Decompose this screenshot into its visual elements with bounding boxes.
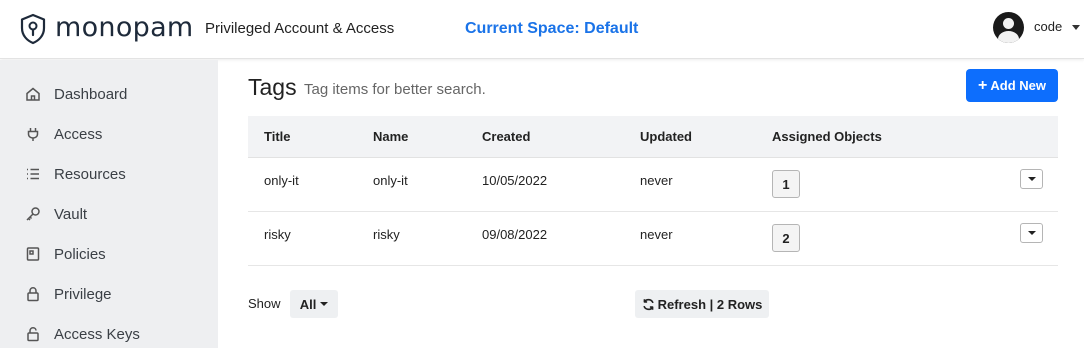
home-icon (24, 85, 42, 103)
sidebar-item-label: Vault (54, 205, 88, 223)
plus-icon: + (978, 76, 988, 94)
add-new-label: Add New (990, 78, 1046, 93)
rows-per-page-select[interactable]: All (290, 290, 338, 318)
sidebar-item-resources[interactable]: Resources (24, 162, 204, 186)
row-actions-dropdown[interactable] (1020, 223, 1043, 243)
caret-down-icon (1027, 231, 1036, 235)
list-icon (24, 165, 42, 183)
sidebar-item-access-keys[interactable]: Access Keys (24, 322, 204, 346)
plug-icon (24, 125, 42, 143)
unlock-icon (24, 325, 42, 343)
column-header-updated[interactable]: Updated (640, 129, 692, 145)
table-row[interactable]: risky risky 09/08/2022 never 2 (248, 212, 1058, 266)
show-label: Show (248, 296, 281, 311)
column-header-title[interactable]: Title (264, 129, 291, 145)
cell-created: 10/05/2022 (482, 173, 548, 188)
shield-lock-icon[interactable] (19, 13, 47, 45)
sidebar-item-label: Policies (54, 245, 106, 263)
user-avatar-icon[interactable] (993, 12, 1024, 43)
page-description: Tag items for better search. (304, 81, 486, 98)
table-row[interactable]: only-it only-it 10/05/2022 never 1 (248, 158, 1058, 212)
caret-down-icon (320, 302, 329, 306)
user-menu-caret-icon[interactable] (1072, 25, 1080, 30)
policy-icon (24, 245, 42, 263)
table-header: Title Name Created Updated Assigned Obje… (248, 116, 1058, 158)
add-new-button[interactable]: + Add New (966, 69, 1058, 102)
sidebar-item-label: Privilege (54, 285, 112, 303)
sidebar-item-access[interactable]: Access (24, 122, 204, 146)
brand-name[interactable]: monopam (55, 10, 194, 46)
assigned-objects-button[interactable]: 2 (772, 224, 800, 252)
app-subtitle: Privileged Account & Access (205, 20, 395, 37)
rows-per-page-value: All (299, 296, 317, 312)
sidebar-item-label: Dashboard (54, 85, 128, 103)
caret-down-icon (1027, 177, 1036, 181)
column-header-created[interactable]: Created (482, 129, 530, 145)
sidebar-item-label: Access (54, 125, 103, 143)
column-header-name[interactable]: Name (373, 129, 408, 145)
cell-title: risky (264, 227, 291, 242)
refresh-icon (642, 298, 654, 310)
sidebar-item-privilege[interactable]: Privilege (24, 282, 204, 306)
cell-name: risky (373, 227, 400, 242)
row-actions-dropdown[interactable] (1020, 169, 1043, 189)
cell-updated: never (640, 173, 673, 188)
refresh-label: Refresh | 2 Rows (657, 296, 763, 312)
sidebar-item-label: Resources (54, 165, 126, 183)
lock-icon (24, 285, 42, 303)
tags-table: Title Name Created Updated Assigned Obje… (248, 116, 1058, 266)
top-header: monopam Privileged Account & Access Curr… (0, 0, 1084, 59)
username-label[interactable]: code (1034, 19, 1062, 35)
key-icon (24, 205, 42, 223)
assigned-objects-button[interactable]: 1 (772, 170, 800, 198)
sidebar-item-vault[interactable]: Vault (24, 202, 204, 226)
cell-created: 09/08/2022 (482, 227, 548, 242)
sidebar-item-label: Access Keys (54, 325, 140, 343)
sidebar-item-policies[interactable]: Policies (24, 242, 204, 266)
cell-name: only-it (373, 173, 408, 188)
current-space-link[interactable]: Current Space: Default (465, 19, 638, 38)
sidebar-item-dashboard[interactable]: Dashboard (24, 82, 204, 106)
refresh-button[interactable]: Refresh | 2 Rows (635, 290, 769, 318)
cell-updated: never (640, 227, 673, 242)
page-title: Tags (248, 74, 297, 100)
cell-title: only-it (264, 173, 299, 188)
column-header-assigned-objects[interactable]: Assigned Objects (772, 129, 882, 145)
